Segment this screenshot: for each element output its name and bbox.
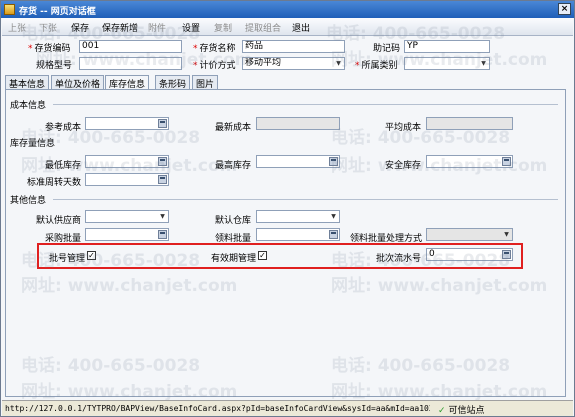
supplier-select[interactable]: ▼: [85, 210, 169, 223]
check-icon: ✓: [438, 406, 446, 416]
copy-button[interactable]: 复制: [214, 21, 232, 34]
pricing-label: * 计价方式: [193, 61, 236, 71]
calculator-icon[interactable]: [158, 230, 167, 239]
name-field[interactable]: 药品: [242, 40, 345, 53]
other-section-title: 其他信息: [10, 196, 47, 206]
dialog-window: 存货 -- 网页对话框 × 上张 下张 保存 保存新增 附件 设置 复制 提取组…: [0, 0, 575, 417]
supplier-label: 默认供应商: [36, 216, 82, 226]
qty-section-title: 库存量信息: [10, 139, 56, 149]
pricing-select[interactable]: 移动平均 ▼: [242, 57, 345, 70]
tab-basic-info[interactable]: 基本信息: [5, 75, 50, 90]
tab-unit-price[interactable]: 单位及价格: [51, 75, 105, 90]
mnemonic-field[interactable]: YP: [404, 40, 490, 53]
title-bar[interactable]: 存货 -- 网页对话框 ×: [1, 1, 574, 18]
calculator-icon[interactable]: [502, 157, 511, 166]
turnover-field[interactable]: [85, 173, 169, 186]
chevron-down-icon[interactable]: ▼: [329, 212, 338, 221]
batch-seq-label: 批次流水号: [376, 254, 422, 264]
calculator-icon[interactable]: [329, 230, 338, 239]
security-zone: ✓ 可信站点: [438, 403, 485, 416]
ref-cost-label: 参考成本: [45, 123, 82, 133]
latest-cost-label: 最新成本: [215, 123, 252, 133]
next-button[interactable]: 下张: [39, 21, 57, 34]
batch-seq-field[interactable]: 0: [426, 248, 513, 261]
avg-cost-label: 平均成本: [385, 123, 422, 133]
settings-button[interactable]: 设置: [182, 21, 200, 34]
mnemonic-label: 助记码: [373, 44, 401, 54]
turnover-label: 标准周转天数: [27, 178, 82, 188]
min-stock-field[interactable]: [85, 155, 169, 168]
exit-button[interactable]: 退出: [292, 21, 310, 34]
calculator-icon[interactable]: [158, 119, 167, 128]
save-button[interactable]: 保存: [71, 21, 89, 34]
cost-section-title: 成本信息: [10, 101, 47, 111]
category-label: * 所属类别: [355, 61, 398, 71]
spec-label: 规格型号: [36, 61, 73, 71]
category-select[interactable]: ▼: [404, 57, 490, 70]
section-divider: [53, 104, 558, 105]
warehouse-select[interactable]: ▼: [256, 210, 340, 223]
purchase-batch-field[interactable]: [85, 228, 169, 241]
close-button[interactable]: ×: [558, 3, 571, 15]
zone-label: 可信站点: [448, 406, 485, 416]
safe-stock-label: 安全库存: [385, 161, 422, 171]
chevron-down-icon[interactable]: ▼: [158, 212, 167, 221]
toolbar: 上张 下张 保存 保存新增 附件 设置 复制 提取组合 退出: [2, 18, 573, 36]
tab-barcode[interactable]: 条形码: [155, 75, 191, 90]
avg-cost-field: [426, 117, 513, 130]
attachment-button[interactable]: 附件: [148, 21, 166, 34]
calculator-icon[interactable]: [158, 175, 167, 184]
chevron-down-icon[interactable]: ▼: [502, 230, 511, 239]
safe-stock-field[interactable]: [426, 155, 513, 168]
calculator-icon[interactable]: [158, 157, 167, 166]
status-bar: http://127.0.0.1/TYTPRO/BAPView/BaseInfo…: [2, 400, 573, 416]
code-field[interactable]: 001: [79, 40, 182, 53]
expiry-mgmt-label: 有效期管理: [211, 254, 257, 264]
latest-cost-field: [256, 117, 340, 130]
save-new-button[interactable]: 保存新增: [102, 21, 138, 34]
calculator-icon[interactable]: [502, 250, 511, 259]
warehouse-label: 默认仓库: [215, 216, 252, 226]
prev-button[interactable]: 上张: [8, 21, 26, 34]
tab-stock-info[interactable]: 库存信息: [105, 75, 150, 90]
ref-cost-field[interactable]: [85, 117, 169, 130]
section-divider: [53, 199, 558, 200]
max-stock-label: 最高库存: [215, 161, 252, 171]
window-title: 存货 -- 网页对话框: [19, 7, 96, 17]
min-stock-label: 最低库存: [45, 161, 82, 171]
expiry-mgmt-checkbox[interactable]: ✓: [258, 251, 267, 260]
spec-field[interactable]: [79, 57, 182, 70]
max-stock-field[interactable]: [256, 155, 340, 168]
app-icon: [4, 4, 15, 15]
batch-mgmt-label: 批号管理: [49, 254, 86, 264]
extract-combo-button[interactable]: 提取组合: [245, 21, 281, 34]
status-url: http://127.0.0.1/TYTPRO/BAPView/BaseInfo…: [5, 404, 430, 413]
batch-seq-value: 0: [429, 249, 435, 259]
calculator-icon[interactable]: [329, 157, 338, 166]
code-label: * 存货编码: [28, 44, 71, 54]
chevron-down-icon[interactable]: ▼: [334, 59, 343, 68]
pricing-value: 移动平均: [245, 58, 282, 68]
pick-batch-field[interactable]: [256, 228, 340, 241]
tab-picture[interactable]: 图片: [192, 75, 219, 90]
chevron-down-icon[interactable]: ▼: [479, 59, 488, 68]
pick-method-select[interactable]: ▼: [426, 228, 513, 241]
name-label: * 存货名称: [193, 44, 236, 54]
batch-mgmt-checkbox[interactable]: ✓: [87, 251, 96, 260]
